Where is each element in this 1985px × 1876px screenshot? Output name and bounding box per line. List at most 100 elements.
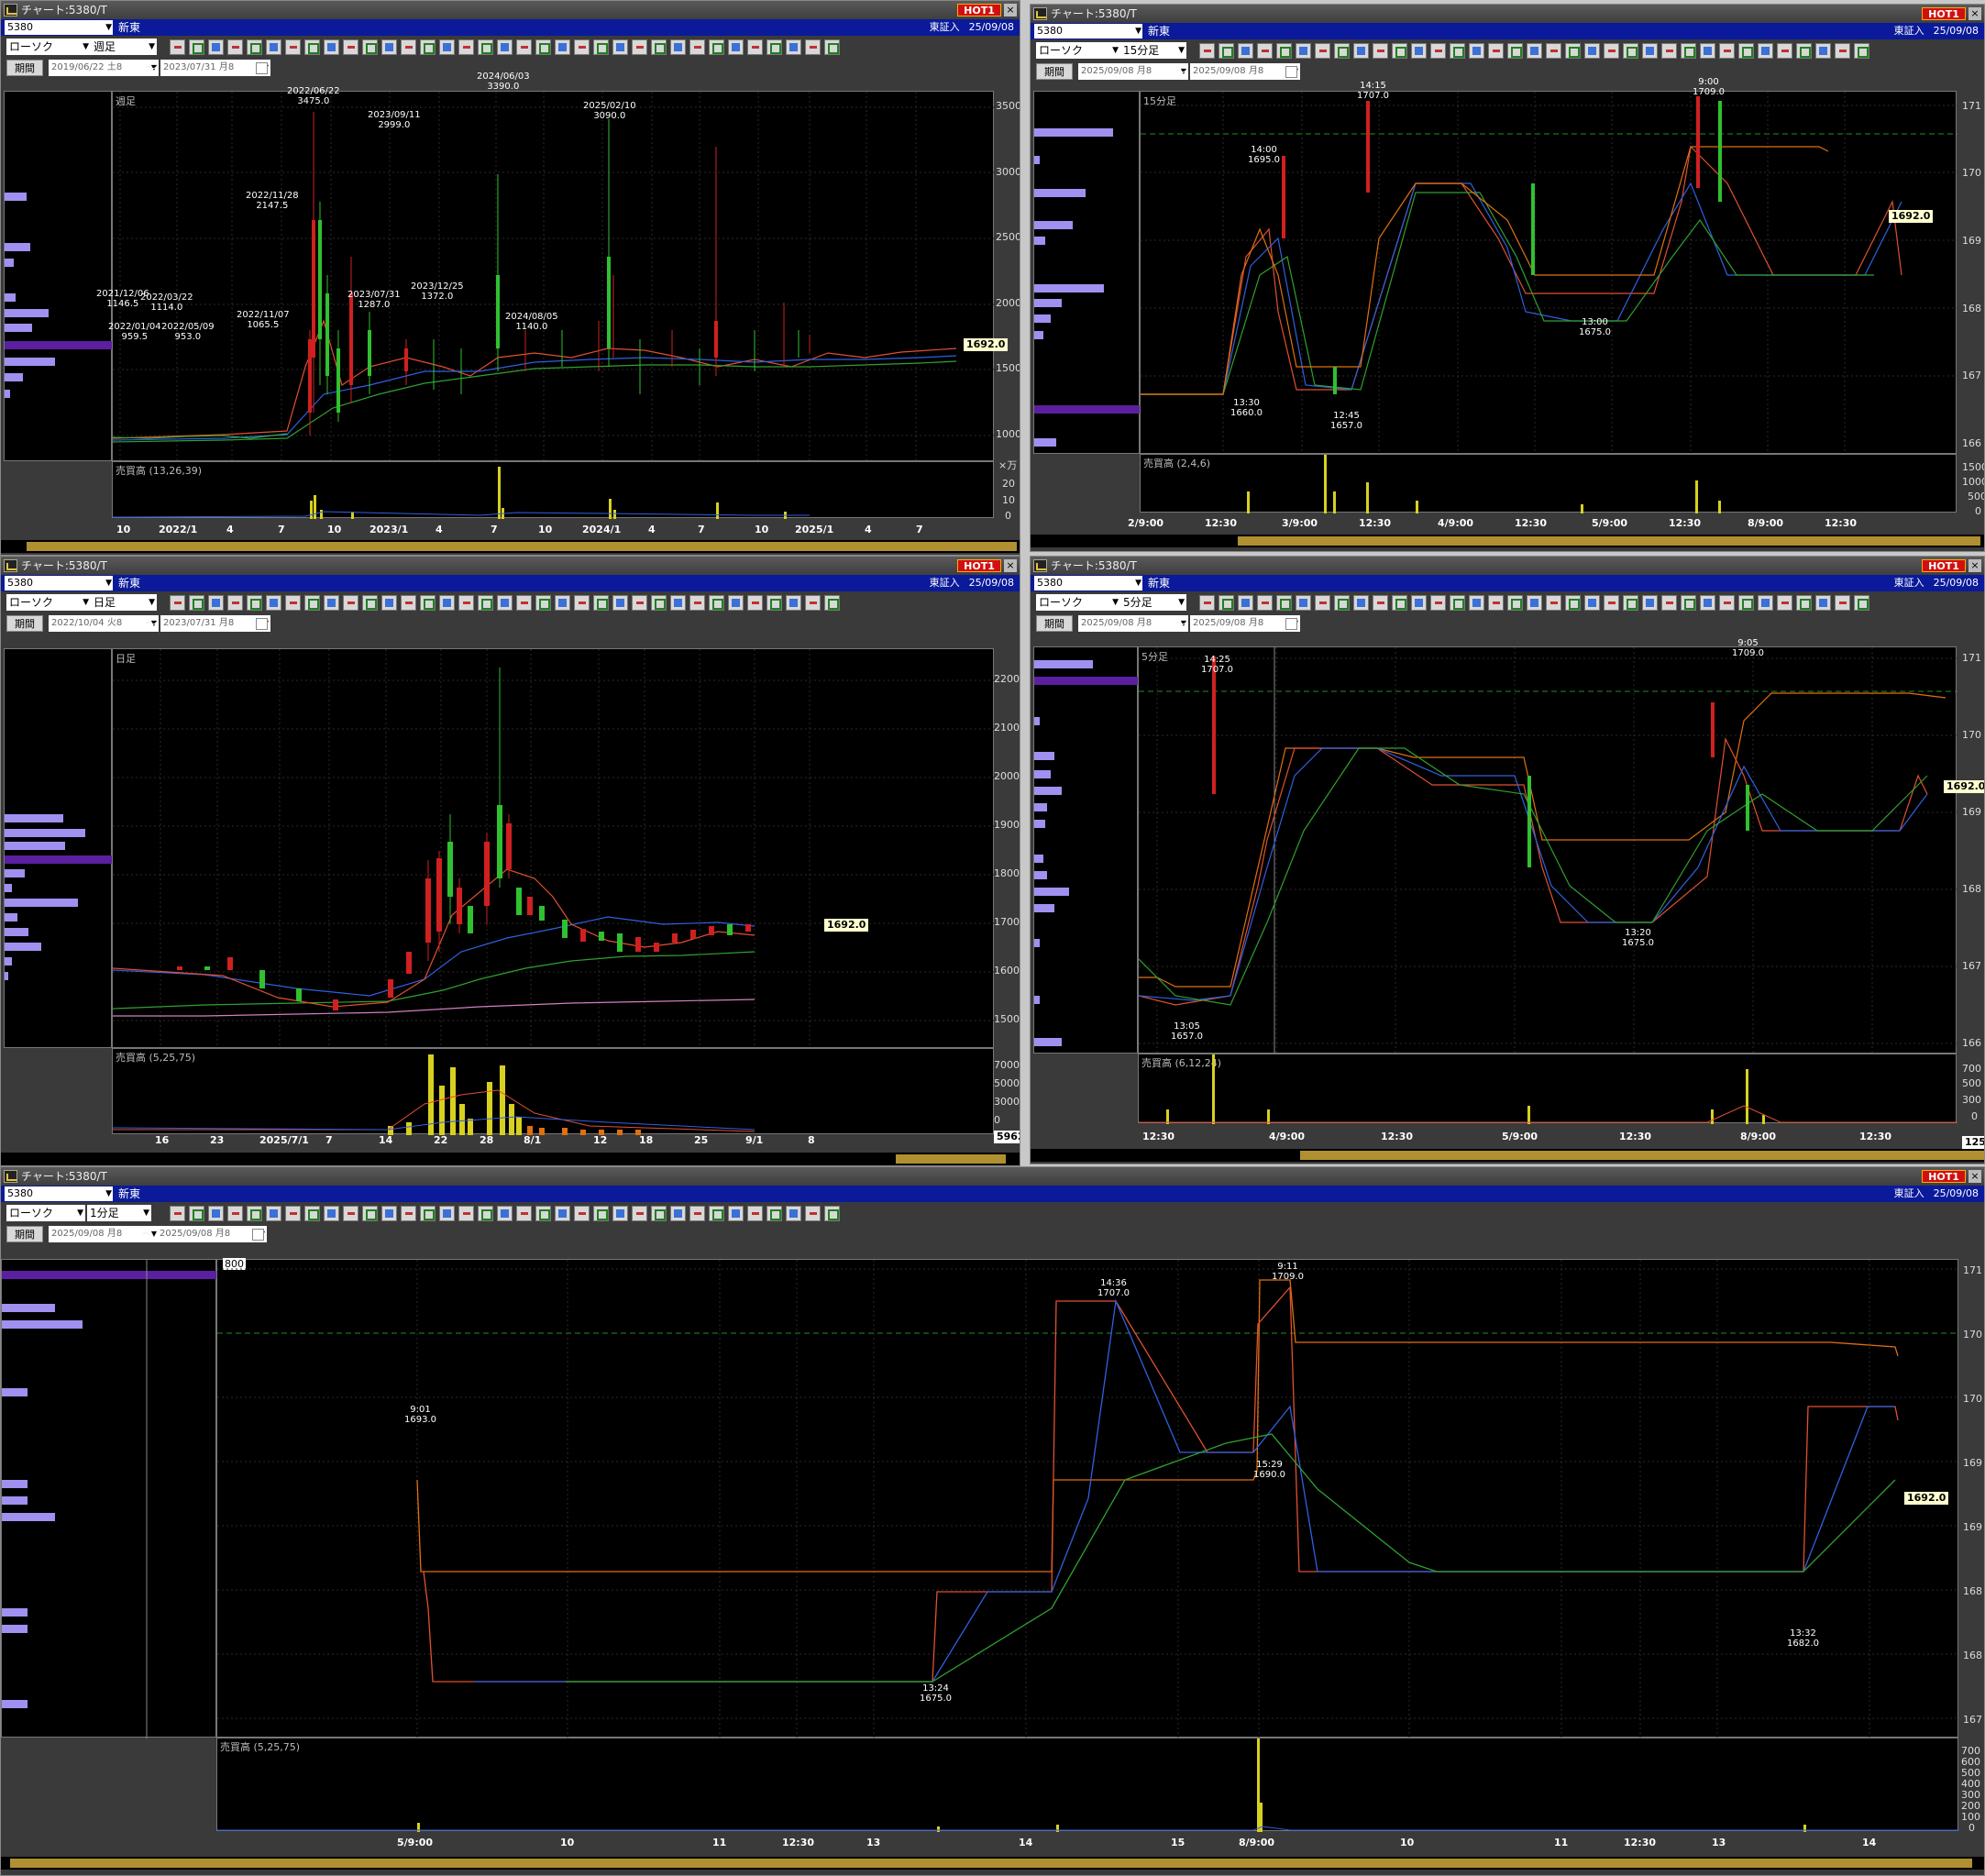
window-title: チャート:5380/T bbox=[21, 4, 107, 17]
volume-profile-panel: 3766300 bbox=[4, 91, 161, 461]
chart-style-select[interactable]: ローソク bbox=[6, 594, 91, 611]
market-tag: 新東 bbox=[1148, 25, 1171, 38]
date-label: 25/09/08 bbox=[1933, 1187, 1979, 1199]
exchange-label: 東証入 bbox=[929, 577, 960, 589]
volume-chart: 売買高 (5,25,75) bbox=[216, 1738, 1959, 1832]
hot1-badge[interactable]: HOT1 bbox=[957, 559, 1001, 572]
toolbar-icons[interactable] bbox=[170, 595, 844, 612]
window-titlebar[interactable]: チャート:5380/T HOT1 × bbox=[1, 1, 1020, 19]
exchange-label: 東証入 bbox=[1893, 25, 1924, 37]
date-label: 25/09/08 bbox=[968, 21, 1014, 33]
timeframe-select[interactable]: 週足 bbox=[91, 39, 157, 55]
exchange-label: 東証入 bbox=[929, 21, 960, 33]
market-tag: 新東 bbox=[1148, 577, 1171, 590]
date-from-input[interactable]: 2019/06/22 土8 bbox=[49, 60, 159, 76]
toolbar-icons[interactable] bbox=[170, 39, 844, 56]
timeframe-select[interactable]: 日足 bbox=[91, 594, 157, 611]
date-to-input[interactable]: 2025/09/08 月8 bbox=[1190, 63, 1300, 80]
chart-app-icon bbox=[4, 4, 17, 17]
horizontal-scrollbar[interactable] bbox=[1, 1857, 1984, 1870]
period-button[interactable]: 期間 bbox=[6, 60, 43, 76]
timeframe-select[interactable]: 15分足 bbox=[1120, 42, 1186, 59]
window-titlebar[interactable]: チャート:5380/T HOT1 × bbox=[1031, 5, 1984, 23]
toolbar-icons[interactable] bbox=[1199, 595, 1873, 612]
period-button[interactable]: 期間 bbox=[6, 1226, 43, 1242]
price-chart[interactable]: 5分足 14:25 1707.0 9:05 1709.0 13:20 1675.… bbox=[1138, 638, 1957, 1054]
close-button[interactable]: × bbox=[1968, 7, 1981, 20]
close-button[interactable]: × bbox=[1004, 4, 1017, 17]
date-from-input[interactable]: 2025/09/08 月8 bbox=[1078, 63, 1188, 80]
date-to-input[interactable]: 2023/07/31 月8 bbox=[160, 615, 270, 632]
chart-style-select[interactable]: ローソク bbox=[1036, 594, 1120, 611]
period-checkbox[interactable] bbox=[1285, 66, 1297, 78]
horizontal-scrollbar[interactable] bbox=[1, 540, 1020, 553]
stock-code-select[interactable]: 5380 bbox=[5, 20, 113, 35]
period-button[interactable]: 期間 bbox=[6, 615, 43, 632]
chart-window-1min[interactable]: チャート:5380/T HOT1× 5380 新東 東証入 25/09/08 ローソ… bbox=[0, 1166, 1985, 1876]
chart-style-select[interactable]: ローソク bbox=[6, 1205, 85, 1221]
timeframe-select[interactable]: 1分足 bbox=[87, 1205, 151, 1221]
volume-chart: 売買高 (2,4,6) bbox=[1140, 454, 1957, 513]
price-chart[interactable]: 15分足 14:15 1707.0 9:00 1709.0 14:00 1695… bbox=[1140, 77, 1957, 455]
date-from-input[interactable]: 2025/09/08 月8 bbox=[1078, 615, 1188, 632]
close-button[interactable]: × bbox=[1004, 559, 1017, 572]
chart-window-daily[interactable]: チャート:5380/T HOT1× 5380 新東 東証入 25/09/08 ローソ… bbox=[0, 556, 1020, 1166]
stock-code-select[interactable]: 5380 bbox=[1034, 576, 1142, 590]
date-to-input[interactable]: 2025/09/08 月8 bbox=[1190, 615, 1300, 632]
horizontal-scrollbar[interactable] bbox=[1031, 1149, 1984, 1162]
volume-chart: 売買高 (5,25,75) bbox=[112, 1048, 994, 1135]
hot1-badge[interactable]: HOT1 bbox=[1922, 7, 1966, 20]
date-to-input[interactable]: 2023/07/31 月8 bbox=[160, 60, 270, 76]
window-title: チャート:5380/T bbox=[21, 1170, 107, 1183]
chart-style-select[interactable]: ローソク bbox=[1036, 42, 1120, 59]
close-button[interactable]: × bbox=[1968, 559, 1981, 572]
last-price-tag: 1692.0 bbox=[964, 338, 1009, 351]
chart-app-icon bbox=[4, 559, 17, 572]
window-title: チャート:5380/T bbox=[1051, 559, 1137, 572]
hot1-badge[interactable]: HOT1 bbox=[957, 4, 1001, 17]
chart-window-weekly[interactable]: チャート:5380/T HOT1× 5380 新東 東証入 25/09/08 ローソ… bbox=[0, 0, 1020, 556]
last-price-tag: 1692.0 bbox=[1889, 210, 1934, 223]
date-from-input[interactable]: 2022/10/04 火8 bbox=[49, 615, 159, 632]
period-checkbox[interactable] bbox=[256, 618, 268, 630]
chart-style-select[interactable]: ローソク bbox=[6, 39, 91, 55]
close-button[interactable]: × bbox=[1968, 1170, 1981, 1183]
toolbar-icons[interactable] bbox=[170, 1206, 844, 1222]
volume-profile-panel bbox=[1, 1259, 217, 1738]
horizontal-scrollbar[interactable] bbox=[1031, 535, 1984, 547]
last-price-tag: 1692.0 bbox=[1944, 780, 1984, 793]
timeframe-select[interactable]: 5分足 bbox=[1120, 594, 1186, 611]
chart-app-icon bbox=[1033, 7, 1047, 20]
window-titlebar[interactable]: チャート:5380/T HOT1 × bbox=[1, 1167, 1984, 1186]
stock-code-select[interactable]: 5380 bbox=[5, 576, 113, 590]
date-to-input[interactable]: 2025/09/08 月8 bbox=[157, 1226, 267, 1242]
chart-window-15min[interactable]: チャート:5380/T HOT1× 5380 新東 東証入 25/09/08 ローソ… bbox=[1030, 4, 1985, 552]
last-price-tag: 1692.0 bbox=[824, 919, 869, 932]
window-title: チャート:5380/T bbox=[21, 559, 107, 572]
hot1-badge[interactable]: HOT1 bbox=[1922, 559, 1966, 572]
stock-code-select[interactable]: 5380 bbox=[1034, 24, 1142, 39]
period-button[interactable]: 期間 bbox=[1036, 63, 1073, 80]
toolbar-icons[interactable] bbox=[1199, 43, 1873, 60]
period-checkbox[interactable] bbox=[256, 62, 268, 74]
exchange-label: 東証入 bbox=[1893, 1187, 1924, 1199]
chart-window-5min[interactable]: チャート:5380/T HOT1× 5380 新東 東証入 25/09/08 ローソ… bbox=[1030, 556, 1985, 1164]
period-checkbox[interactable] bbox=[252, 1229, 264, 1241]
market-tag: 新東 bbox=[118, 21, 141, 34]
price-chart[interactable]: 800 9:01 1693.0 14:36 1707.0 9:11 1709.0… bbox=[216, 1258, 1959, 1738]
price-chart[interactable]: 日足 bbox=[112, 648, 995, 1049]
horizontal-scrollbar[interactable] bbox=[1, 1153, 1020, 1165]
volume-chart: 売買高 (13,26,39) bbox=[112, 461, 994, 519]
date-label: 25/09/08 bbox=[1933, 25, 1979, 37]
window-titlebar[interactable]: チャート:5380/T HOT1 × bbox=[1, 557, 1020, 575]
window-titlebar[interactable]: チャート:5380/T HOT1 × bbox=[1031, 557, 1984, 575]
chart-app-icon bbox=[4, 1170, 17, 1183]
market-tag: 新東 bbox=[118, 1187, 141, 1200]
volume-profile-panel: 1400 bbox=[1033, 646, 1169, 1054]
stock-code-select[interactable]: 5380 bbox=[5, 1186, 113, 1201]
hot1-badge[interactable]: HOT1 bbox=[1922, 1170, 1966, 1183]
period-button[interactable]: 期間 bbox=[1036, 615, 1073, 632]
period-checkbox[interactable] bbox=[1285, 618, 1297, 630]
chart-app-icon bbox=[1033, 559, 1047, 572]
price-chart[interactable]: 週足 2022/06/22 3475.0 2022/11/28 2147.5 2… bbox=[96, 72, 995, 462]
